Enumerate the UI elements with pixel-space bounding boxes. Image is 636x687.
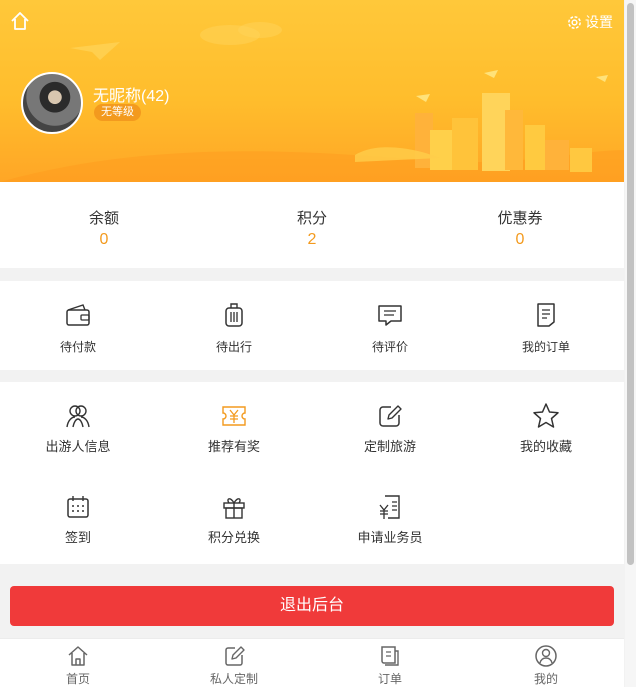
order-pending-payment[interactable]: 待付款 (0, 281, 156, 370)
avatar[interactable] (21, 72, 83, 134)
tab-label: 私人定制 (209, 672, 258, 686)
nickname: 无昵称(42) (93, 88, 170, 105)
luggage-icon (225, 303, 243, 327)
stat-points[interactable]: 积分 2 (208, 182, 416, 268)
order-label: 待出行 (215, 340, 252, 354)
service-apply-salesman[interactable]: 申请业务员 (312, 473, 468, 564)
service-custom-travel[interactable]: 定制旅游 (312, 382, 468, 473)
order-icon (381, 646, 399, 666)
order-pending-travel[interactable]: 待出行 (156, 281, 312, 370)
order-pending-review[interactable]: 待评价 (312, 281, 468, 370)
service-points-exchange[interactable]: 积分兑换 (156, 473, 312, 564)
stat-label: 积分 (296, 210, 327, 227)
home-icon (68, 646, 88, 666)
order-my-orders[interactable]: 我的订单 (468, 281, 624, 370)
stat-value: 0 (515, 231, 525, 248)
account-stats: 余额 0 积分 2 优惠券 0 (0, 182, 624, 268)
user-icon (535, 645, 557, 667)
home-icon[interactable] (9, 10, 31, 32)
profile-header: 设置 无昵称(42) 无等级 (0, 0, 624, 182)
services-grid: 出游人信息 推荐有奖 定制旅游 我的收藏 签到 积分兑换 申请业务员 (0, 382, 624, 564)
tab-home[interactable]: 首页 (0, 639, 156, 687)
logout-button[interactable]: 退出后台 (10, 586, 614, 626)
service-label: 推荐有奖 (207, 439, 260, 454)
edit-icon (225, 646, 245, 666)
order-status-bar: 待付款 待出行 待评价 我的订单 (0, 281, 624, 370)
edit-icon (379, 405, 402, 427)
comment-icon (378, 305, 402, 326)
order-label: 待评价 (371, 340, 408, 354)
gear-icon (568, 15, 581, 29)
stat-label: 余额 (88, 210, 119, 227)
service-label: 定制旅游 (363, 439, 416, 454)
service-label: 签到 (64, 530, 91, 545)
gift-icon (223, 498, 245, 519)
order-label: 我的订单 (521, 340, 570, 354)
tab-label: 我的 (533, 672, 558, 686)
service-label: 积分兑换 (207, 530, 260, 545)
service-favorites[interactable]: 我的收藏 (468, 382, 624, 473)
tab-mine[interactable]: 我的 (468, 639, 624, 687)
service-travelers[interactable]: 出游人信息 (0, 382, 156, 473)
scrollbar-thumb[interactable] (627, 3, 634, 565)
wallet-icon (66, 304, 90, 326)
order-list-icon (537, 303, 555, 327)
tab-label: 订单 (377, 672, 402, 686)
reward-ticket-icon (222, 406, 246, 426)
calendar-icon (67, 496, 89, 518)
tab-label: 首页 (65, 672, 90, 686)
tab-custom[interactable]: 私人定制 (156, 639, 312, 687)
star-icon (533, 403, 559, 428)
stat-balance[interactable]: 余额 0 (0, 182, 208, 268)
service-label: 我的收藏 (519, 439, 572, 454)
stat-value: 2 (307, 231, 317, 248)
tab-orders[interactable]: 订单 (312, 639, 468, 687)
travelers-icon (66, 405, 90, 428)
service-empty-slot (468, 473, 624, 564)
profile-page: 设置 无昵称(42) 无等级 余额 0 积分 2 优惠券 0 待付款 待出行 待… (0, 0, 624, 687)
service-label: 出游人信息 (45, 439, 111, 454)
stat-value: 0 (99, 231, 109, 248)
settings-button[interactable]: 设置 (566, 12, 613, 32)
service-referral-reward[interactable]: 推荐有奖 (156, 382, 312, 473)
level-badge: 无等级 (94, 104, 141, 121)
service-check-in[interactable]: 签到 (0, 473, 156, 564)
settings-label: 设置 (585, 14, 613, 30)
service-label: 申请业务员 (357, 530, 423, 545)
vertical-scrollbar[interactable] (625, 0, 636, 687)
stat-coupons[interactable]: 优惠券 0 (416, 182, 624, 268)
stat-label: 优惠券 (497, 210, 543, 227)
application-icon (379, 495, 400, 519)
order-label: 待付款 (59, 340, 96, 354)
bottom-tab-bar: 首页 私人定制 订单 我的 (0, 638, 624, 687)
